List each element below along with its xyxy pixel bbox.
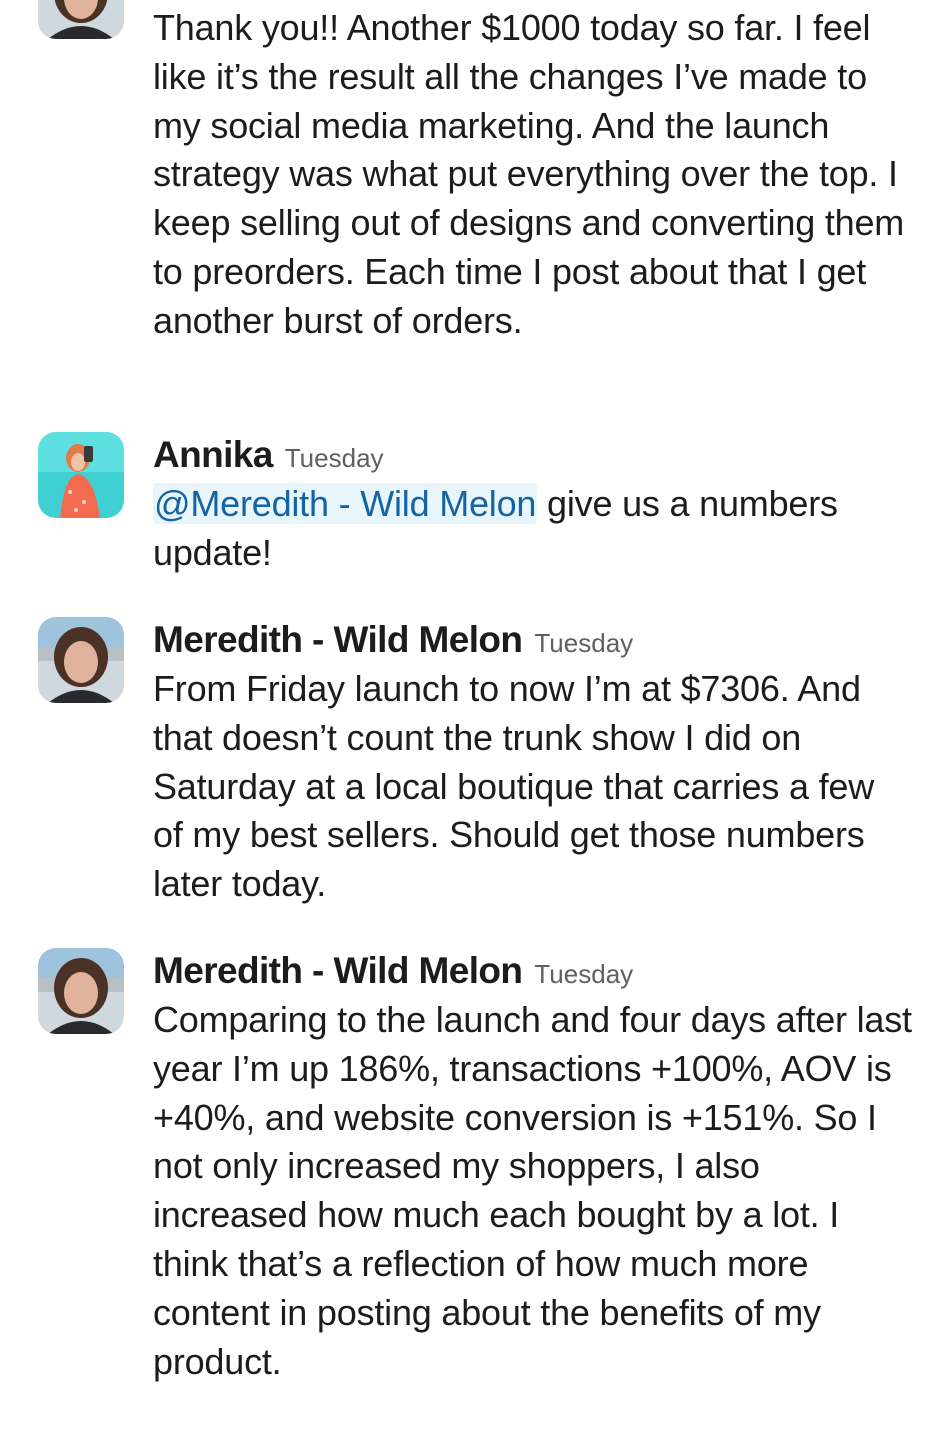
avatar[interactable] — [38, 617, 124, 703]
avatar[interactable] — [38, 948, 124, 1034]
author-name[interactable]: Meredith - Wild Melon — [153, 950, 523, 992]
avatar[interactable] — [38, 0, 124, 39]
user-mention[interactable]: @Meredith - Wild Melon — [153, 483, 538, 524]
avatar[interactable] — [38, 432, 124, 518]
message-text: Comparing to the launch and four days af… — [153, 999, 912, 1382]
message-text: @Meredith - Wild Melon give us a numbers… — [153, 480, 913, 578]
message-text: Thank you!! Another $1000 today so far. … — [153, 7, 905, 341]
message-text: From Friday launch to now I’m at $7306. … — [153, 668, 875, 905]
timestamp[interactable]: Tuesday — [285, 443, 384, 474]
author-name[interactable]: Meredith - Wild Melon — [153, 619, 523, 661]
timestamp[interactable]: Tuesday — [534, 628, 633, 659]
author-name[interactable]: Annika — [153, 434, 273, 476]
timestamp[interactable]: Tuesday — [534, 959, 633, 990]
